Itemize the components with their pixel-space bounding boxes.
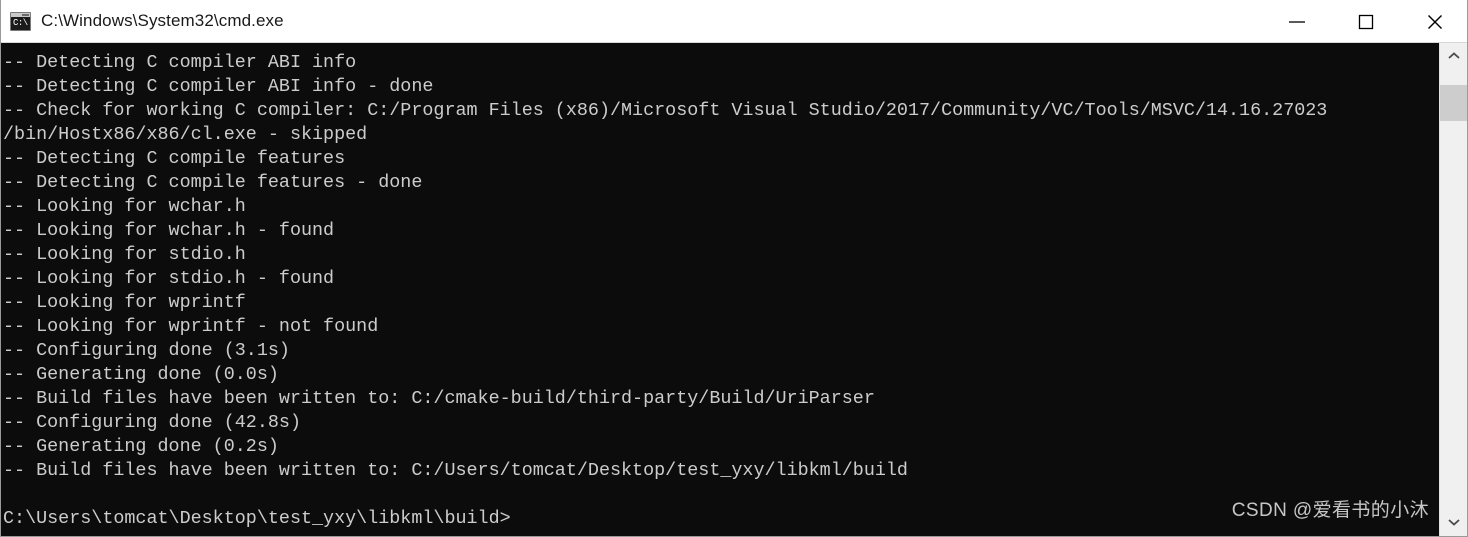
- console-line: -- Looking for wchar.h - found: [3, 220, 335, 241]
- console-line: -- Looking for stdio.h: [3, 244, 246, 265]
- chevron-down-icon: [1447, 514, 1461, 532]
- console-line: -- Looking for stdio.h - found: [3, 268, 335, 289]
- close-icon: [1424, 11, 1446, 33]
- console-line: -- Generating done (0.0s): [3, 364, 279, 385]
- console-line: /bin/Hostx86/x86/cl.exe - skipped: [3, 124, 368, 145]
- vertical-scrollbar[interactable]: [1439, 43, 1467, 536]
- minimize-button[interactable]: [1262, 0, 1331, 43]
- cmd-window: C:\. C:\Windows\System32\cmd.exe: [0, 0, 1468, 537]
- command-prompt-line[interactable]: C:\Users\tomcat\Desktop\test_yxy\libkml\…: [3, 507, 1441, 531]
- console-line: -- Looking for wchar.h: [3, 196, 246, 217]
- scroll-thumb[interactable]: [1440, 85, 1467, 121]
- cmd-icon-label: C:\.: [13, 17, 29, 28]
- console-line: -- Check for working C compiler: C:/Prog…: [3, 100, 1328, 121]
- console-line: -- Detecting C compiler ABI info: [3, 52, 357, 73]
- console-line: -- Build files have been written to: C:/…: [3, 460, 908, 481]
- console-line: -- Detecting C compile features: [3, 148, 346, 169]
- console-output-area[interactable]: -- Detecting C compiler ABI info -- Detec…: [1, 43, 1441, 536]
- scroll-down-button[interactable]: [1440, 509, 1467, 536]
- close-button[interactable]: [1400, 0, 1467, 43]
- console-line: -- Configuring done (3.1s): [3, 340, 290, 361]
- window-title: C:\Windows\System32\cmd.exe: [41, 11, 284, 30]
- maximize-button[interactable]: [1331, 0, 1400, 43]
- title-bar[interactable]: C:\. C:\Windows\System32\cmd.exe: [1, 0, 1467, 43]
- csdn-watermark: CSDN @爱看书的小沐: [1231, 500, 1429, 521]
- scroll-track[interactable]: [1440, 71, 1467, 509]
- scroll-up-button[interactable]: [1440, 43, 1467, 71]
- maximize-icon: [1355, 11, 1377, 33]
- cmd-icon: C:\.: [10, 11, 31, 31]
- chevron-up-icon: [1447, 48, 1461, 66]
- console-text: -- Detecting C compiler ABI info -- Detec…: [3, 43, 1441, 483]
- console-line: -- Configuring done (42.8s): [3, 412, 301, 433]
- console-line: -- Build files have been written to: C:/…: [3, 388, 875, 409]
- console-line: -- Detecting C compiler ABI info - done: [3, 76, 434, 97]
- console-line: -- Detecting C compile features - done: [3, 172, 423, 193]
- console-line: -- Looking for wprintf: [3, 292, 246, 313]
- window-controls: [1262, 0, 1467, 43]
- console-line: -- Generating done (0.2s): [3, 436, 279, 457]
- minimize-icon: [1286, 16, 1308, 28]
- console-line: -- Looking for wprintf - not found: [3, 316, 379, 337]
